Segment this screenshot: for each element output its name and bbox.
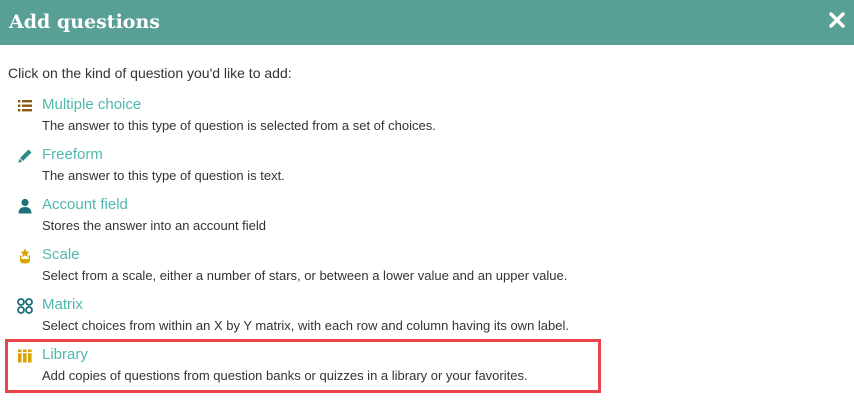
library-icon <box>16 347 34 365</box>
intro-text: Click on the kind of question you'd like… <box>8 65 292 81</box>
dialog-title: Add questions <box>9 11 160 33</box>
option-label-multiple-choice[interactable]: Multiple choice <box>42 96 141 114</box>
option-label-matrix[interactable]: Matrix <box>42 296 83 314</box>
pencil-icon <box>16 147 34 165</box>
option-desc-matrix: Select choices from within an X by Y mat… <box>42 318 569 333</box>
list-icon <box>16 97 34 115</box>
option-desc-freeform: The answer to this type of question is t… <box>42 168 285 183</box>
option-label-library[interactable]: Library <box>42 346 88 364</box>
option-label-account-field[interactable]: Account field <box>42 196 128 214</box>
dialog-header: Add questions <box>0 0 854 45</box>
option-label-freeform[interactable]: Freeform <box>42 146 103 164</box>
matrix-icon <box>16 297 34 315</box>
option-matrix[interactable]: Matrix Select choices from within an X b… <box>16 296 616 340</box>
user-icon <box>16 197 34 215</box>
option-desc-scale: Select from a scale, either a number of … <box>42 268 568 283</box>
scale-icon <box>16 247 34 265</box>
close-icon <box>829 12 845 28</box>
option-desc-multiple-choice: The answer to this type of question is s… <box>42 118 436 133</box>
option-library[interactable]: Library Add copies of questions from que… <box>16 346 616 390</box>
option-desc-library: Add copies of questions from question ba… <box>42 368 528 383</box>
option-scale[interactable]: Scale Select from a scale, either a numb… <box>16 246 616 290</box>
option-multiple-choice[interactable]: Multiple choice The answer to this type … <box>16 96 616 140</box>
close-button[interactable] <box>828 11 846 29</box>
option-account-field[interactable]: Account field Stores the answer into an … <box>16 196 616 240</box>
option-desc-account-field: Stores the answer into an account field <box>42 218 267 233</box>
add-questions-dialog: Add questions Click on the kind of quest… <box>0 0 854 403</box>
option-freeform[interactable]: Freeform The answer to this type of ques… <box>16 146 616 190</box>
option-label-scale[interactable]: Scale <box>42 246 80 264</box>
